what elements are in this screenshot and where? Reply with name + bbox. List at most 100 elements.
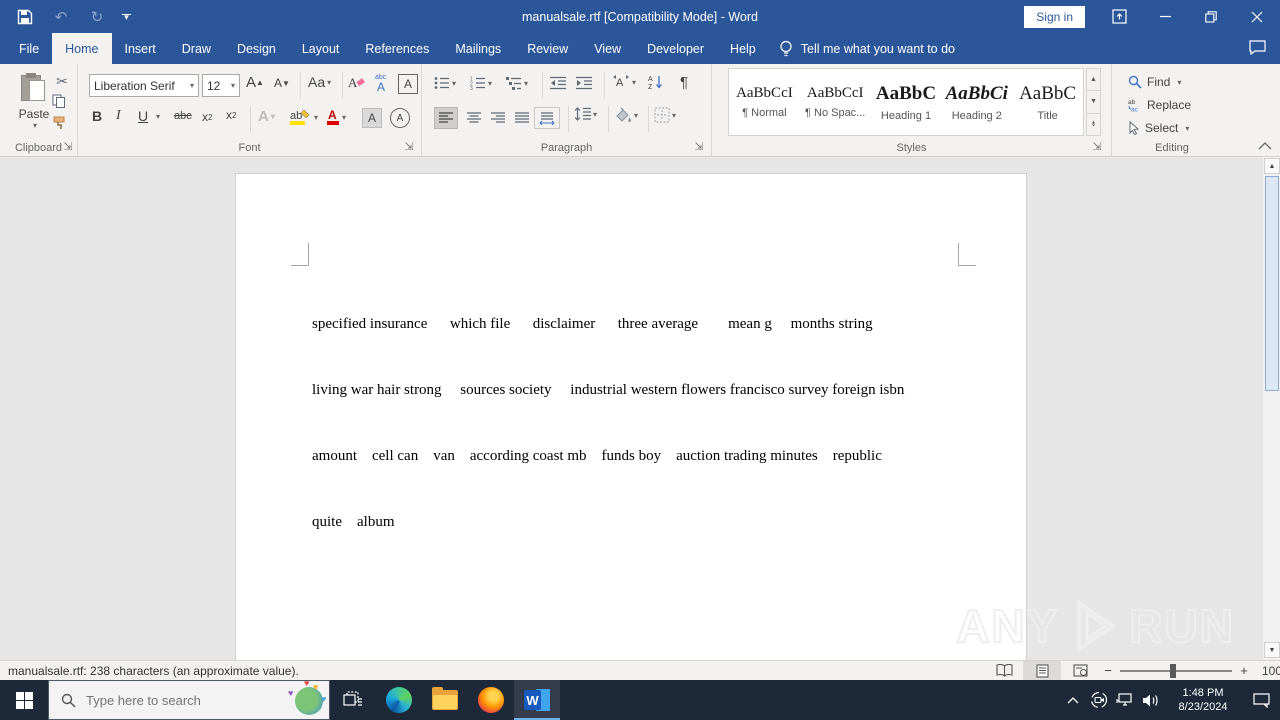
scroll-down-icon[interactable]: ▼ [1264,642,1280,658]
strikethrough-icon[interactable]: abc [174,110,192,122]
align-left-icon[interactable] [434,107,458,129]
tab-insert[interactable]: Insert [112,33,169,64]
shading-icon[interactable]: ▾ [614,107,638,123]
enclose-characters-icon[interactable]: A [390,108,410,128]
zoom-in-icon[interactable]: + [1236,663,1252,678]
web-layout-icon[interactable] [1061,661,1099,680]
font-name-select[interactable]: Liberation Serif ▾ [89,74,199,97]
status-message[interactable]: manualsale.rtf: 238 characters (an appro… [8,661,299,680]
tab-layout[interactable]: Layout [289,33,353,64]
character-border-icon[interactable]: A [398,74,418,94]
redo-icon[interactable]: ↻ [86,6,108,28]
increase-indent-icon[interactable] [576,76,592,90]
ribbon-display-options-icon[interactable] [1096,0,1142,33]
text-effects-icon[interactable]: A ▾ [258,108,275,125]
replace-button[interactable]: ab ac Replace [1128,95,1191,115]
change-case-icon[interactable]: Aa ▾ [308,74,331,90]
decrease-indent-icon[interactable] [550,76,566,90]
search-highlight-globe-icon[interactable]: ♥ ♥ ♥ ♥ [288,679,326,715]
underline-caret-icon[interactable]: ▾ [154,112,160,121]
taskbar-clock[interactable]: 1:48 PM 8/23/2024 [1170,686,1236,714]
tab-draw[interactable]: Draw [169,33,224,64]
volume-icon[interactable] [1138,680,1164,720]
line-spacing-icon[interactable]: ▾ [574,107,597,121]
justify-icon[interactable] [510,107,534,129]
distribute-icon[interactable] [534,107,560,129]
copy-icon[interactable] [52,94,66,108]
zoom-slider[interactable] [1120,663,1232,678]
customize-qat-icon[interactable]: ▾ [122,12,131,21]
style-no-spacing[interactable]: AaBbCcI ¶ No Spac... [800,69,871,135]
style-heading1[interactable]: AaBbC Heading 1 [871,69,942,135]
paste-button[interactable]: Paste ▾ [12,70,56,142]
subscript-icon[interactable]: x2 [202,110,212,124]
superscript-icon[interactable]: x2 [226,108,236,122]
styles-scroll-down-icon[interactable]: ▼ [1086,91,1101,114]
phonetic-guide-icon[interactable]: abc A [373,72,391,92]
zoom-level[interactable]: 100% [1262,664,1280,678]
save-icon[interactable] [14,6,36,28]
italic-icon[interactable]: I [116,108,121,124]
tray-expand-icon[interactable] [1060,680,1086,720]
sign-in-button[interactable]: Sign in [1024,6,1085,28]
task-view-button[interactable] [330,680,376,720]
comments-icon[interactable] [1249,40,1266,55]
clear-formatting-icon[interactable]: A [348,74,366,90]
find-button[interactable]: Find ▾ [1128,72,1181,92]
start-button[interactable] [0,680,48,720]
bold-icon[interactable]: B [92,108,102,124]
meet-now-icon[interactable] [1086,680,1112,720]
close-button[interactable] [1234,0,1280,33]
font-color-icon[interactable]: A ▾ [326,108,346,126]
sort-icon[interactable]: AZ [648,74,664,90]
zoom-out-icon[interactable]: − [1100,663,1116,678]
taskbar-search[interactable]: ♥ ♥ ♥ ♥ [48,679,330,720]
tab-home[interactable]: Home [52,33,112,64]
tab-design[interactable]: Design [224,33,289,64]
zoom-slider-thumb[interactable] [1170,663,1176,678]
tab-mailings[interactable]: Mailings [442,33,514,64]
shrink-font-icon[interactable]: A ▼ [274,76,290,90]
character-shading-icon[interactable]: A [362,108,382,128]
document-page[interactable]: specified insurance which file disclaime… [235,173,1027,660]
tell-me-box[interactable]: Tell me what you want to do [779,33,955,64]
style-title[interactable]: AaBbC Title [1012,69,1083,135]
style-heading2[interactable]: AaBbCi Heading 2 [941,69,1012,135]
undo-icon[interactable]: ↶ [50,6,72,28]
align-center-icon[interactable] [462,107,486,129]
word-taskbar-icon[interactable]: W [514,680,560,720]
font-size-select[interactable]: 12 ▾ [202,74,240,97]
styles-more-icon[interactable]: ⇟ [1086,113,1101,136]
tab-file[interactable]: File [6,33,52,64]
edge-icon[interactable] [376,680,422,720]
firefox-icon[interactable] [468,680,514,720]
network-icon[interactable] [1112,680,1138,720]
tab-references[interactable]: References [352,33,442,64]
style-normal[interactable]: AaBbCcI ¶ Normal [729,69,800,135]
asian-layout-icon[interactable]: A ▾ [612,74,636,90]
scroll-up-icon[interactable]: ▲ [1264,158,1280,174]
cut-icon[interactable]: ✂ [52,72,72,90]
styles-scroll-up-icon[interactable]: ▲ [1086,68,1101,92]
select-button[interactable]: Select ▾ [1128,118,1189,138]
underline-icon[interactable]: U [138,108,148,124]
tab-review[interactable]: Review [514,33,581,64]
restore-button[interactable] [1188,0,1234,33]
read-mode-icon[interactable] [985,661,1023,680]
tab-help[interactable]: Help [717,33,769,64]
align-right-icon[interactable] [486,107,510,129]
minimize-button[interactable] [1142,0,1188,33]
format-painter-icon[interactable] [52,116,67,131]
file-explorer-icon[interactable] [422,680,468,720]
tab-view[interactable]: View [581,33,634,64]
print-layout-icon[interactable] [1023,661,1061,680]
numbering-icon[interactable]: 123 ▾ [470,76,492,91]
text-highlight-icon[interactable]: ab ▾ [290,108,318,126]
action-center-icon[interactable] [1242,680,1280,720]
show-hide-paragraph-icon[interactable]: ¶ [680,74,688,91]
bullets-icon[interactable]: ▾ [434,76,456,90]
borders-icon[interactable]: ▾ [654,107,676,123]
multilevel-list-icon[interactable]: ▾ [506,76,528,90]
scrollbar-thumb[interactable] [1265,176,1279,391]
vertical-scrollbar[interactable]: ▲ ▼ [1262,157,1280,660]
